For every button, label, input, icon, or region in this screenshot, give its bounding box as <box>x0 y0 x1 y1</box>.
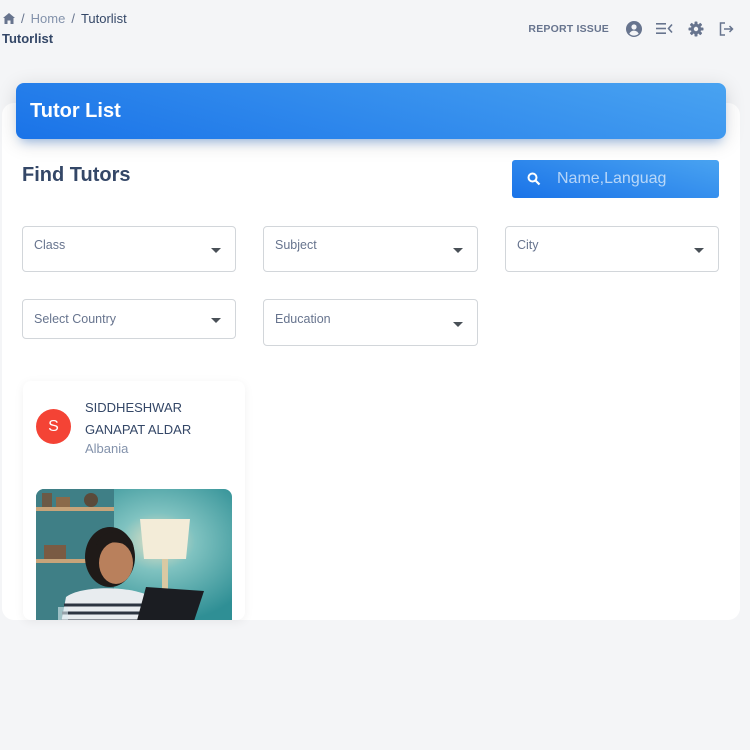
search-box <box>512 160 719 198</box>
tutor-list-title: Tutor List <box>30 99 121 122</box>
education-select-label: Education <box>275 312 331 326</box>
account-circle-icon[interactable] <box>625 20 642 37</box>
chevron-down-icon <box>211 318 221 323</box>
top-navbar: / Home / Tutorlist Tutorlist REPORT ISSU… <box>0 0 750 60</box>
city-select-label: City <box>517 238 539 252</box>
education-select[interactable]: Education <box>263 299 478 346</box>
tutor-name: SIDDHESHWAR GANAPAT ALDAR <box>85 400 192 437</box>
class-select[interactable]: Class <box>22 226 236 272</box>
avatar: S <box>36 409 71 444</box>
search-input[interactable] <box>557 170 707 188</box>
breadcrumb: / Home / Tutorlist <box>3 11 127 26</box>
class-select-label: Class <box>34 238 66 252</box>
tutor-country: Albania <box>85 441 129 456</box>
country-select-label: Select Country <box>34 312 116 326</box>
settings-icon[interactable] <box>687 20 704 37</box>
breadcrumb-home-link[interactable]: Home <box>31 11 66 26</box>
tutor-list-header: Tutor List <box>16 83 726 139</box>
tutor-card[interactable]: S SIDDHESHWAR GANAPAT ALDAR Albania <box>23 381 245 620</box>
breadcrumb-current: Tutorlist <box>80 11 127 26</box>
home-icon[interactable] <box>3 13 15 24</box>
find-tutors-heading: Find Tutors <box>22 164 131 186</box>
chevron-down-icon <box>694 248 704 253</box>
menu-collapse-icon[interactable] <box>656 20 673 37</box>
breadcrumb-separator: / <box>21 11 25 26</box>
chevron-down-icon <box>453 322 463 327</box>
country-select[interactable]: Select Country <box>22 299 236 339</box>
top-actions: REPORT ISSUE <box>528 20 735 37</box>
breadcrumb-separator: / <box>71 11 75 26</box>
chevron-down-icon <box>453 248 463 253</box>
tutor-photo <box>36 489 232 620</box>
search-icon <box>527 172 541 186</box>
city-select[interactable]: City <box>505 226 719 272</box>
subject-select-label: Subject <box>275 238 317 252</box>
chevron-down-icon <box>211 248 221 253</box>
logout-icon[interactable] <box>718 20 735 37</box>
subject-select[interactable]: Subject <box>263 226 478 272</box>
report-issue-button[interactable]: REPORT ISSUE <box>528 23 609 35</box>
page-title: Tutorlist <box>2 31 54 46</box>
